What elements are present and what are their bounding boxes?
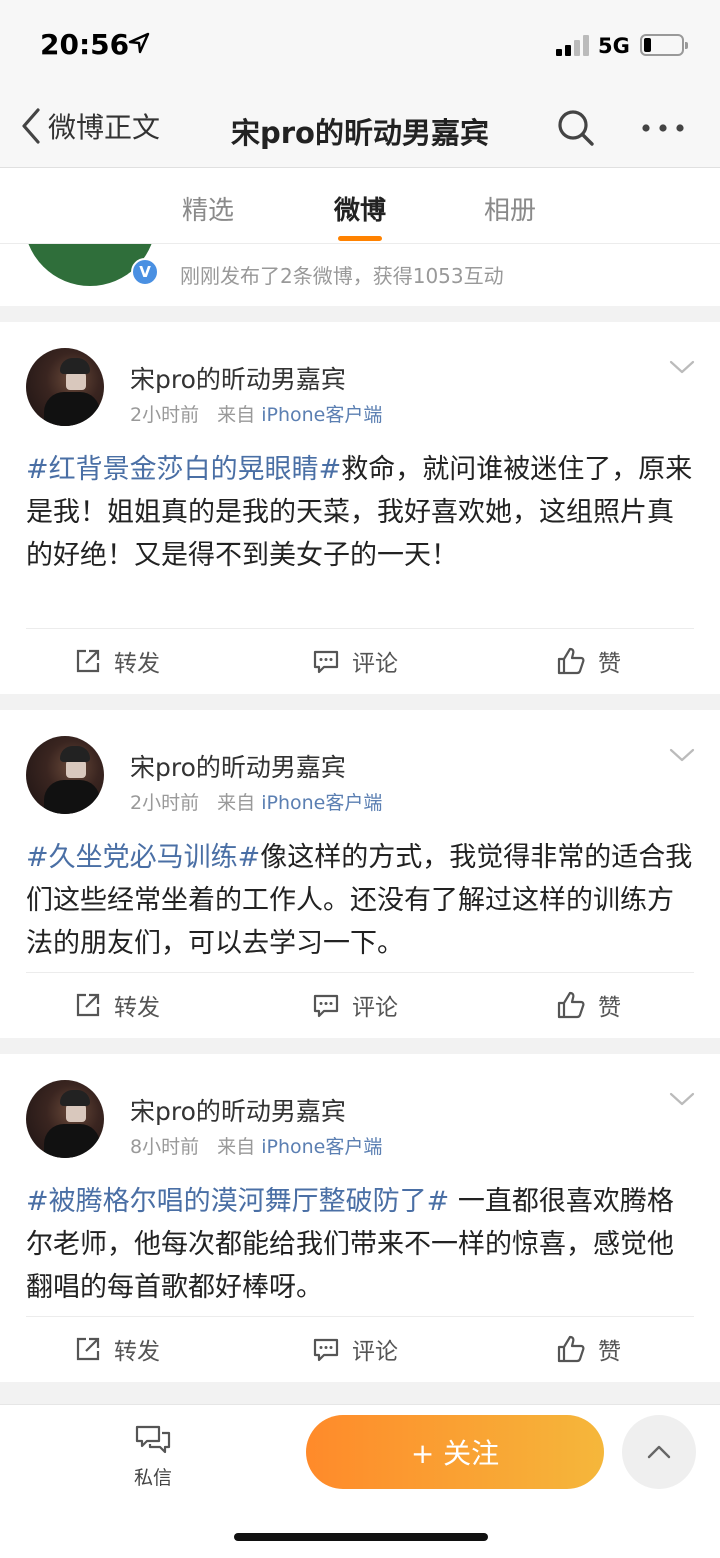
post-username[interactable]: 宋pro的昕动男嘉宾 bbox=[130, 1092, 346, 1128]
post-card: 宋pro的昕动男嘉宾 2小时前 来自 iPhone客户端 #久坐党必马训练#像这… bbox=[0, 710, 720, 1038]
profile-summary-strip: V 刚刚发布了2条微博，获得1053互动 bbox=[0, 244, 720, 306]
repost-button[interactable]: 转发 bbox=[74, 988, 160, 1022]
network-type: 5G bbox=[598, 34, 630, 58]
direct-message-button[interactable]: 私信 bbox=[128, 1423, 178, 1490]
post-from-label: 来自 bbox=[217, 792, 256, 814]
profile-activity-summary: 刚刚发布了2条微博，获得1053互动 bbox=[180, 264, 504, 288]
post-text: #被腾格尔唱的漠河舞厅整破防了# 一直都很喜欢腾格尔老师，他每次都能给我们带来不… bbox=[26, 1180, 696, 1309]
post-card: 宋pro的昕动男嘉宾 2小时前 来自 iPhone客户端 #红背景金莎白的晃眼睛… bbox=[0, 322, 720, 694]
message-icon bbox=[135, 1425, 171, 1454]
dm-label: 私信 bbox=[133, 1467, 172, 1489]
battery-icon bbox=[640, 34, 688, 56]
tab-album[interactable]: 相册 bbox=[484, 190, 536, 227]
comment-icon bbox=[313, 1338, 339, 1362]
post-meta: 8小时前 来自 iPhone客户端 bbox=[130, 1132, 382, 1159]
post-time: 2小时前 bbox=[130, 792, 200, 814]
post-meta: 2小时前 来自 iPhone客户端 bbox=[130, 400, 382, 427]
nav-bar: 微博正文 宋pro的昕动男嘉宾 bbox=[0, 92, 720, 168]
post-source[interactable]: iPhone客户端 bbox=[261, 792, 382, 814]
comment-label: 评论 bbox=[352, 995, 398, 1021]
tab-featured[interactable]: 精选 bbox=[182, 190, 234, 227]
chevron-up-icon bbox=[647, 1445, 671, 1459]
avatar[interactable] bbox=[26, 736, 104, 814]
post-time: 2小时前 bbox=[130, 404, 200, 426]
divider bbox=[26, 1316, 694, 1317]
location-arrow-icon bbox=[128, 32, 150, 58]
like-button[interactable]: 赞 bbox=[556, 644, 621, 678]
tab-weibo[interactable]: 微博 bbox=[334, 190, 386, 227]
avatar[interactable] bbox=[26, 348, 104, 426]
page-title: 宋pro的昕动男嘉宾 bbox=[231, 116, 489, 150]
repost-label: 转发 bbox=[114, 995, 160, 1021]
comment-icon bbox=[313, 650, 339, 674]
bottom-action-bar: 私信 + 关注 bbox=[0, 1404, 720, 1558]
scroll-to-top-button[interactable] bbox=[622, 1415, 696, 1489]
repost-icon bbox=[76, 993, 100, 1017]
post-time: 8小时前 bbox=[130, 1136, 200, 1158]
comment-button[interactable]: 评论 bbox=[312, 644, 398, 678]
comment-label: 评论 bbox=[352, 1339, 398, 1365]
post-from-label: 来自 bbox=[217, 404, 256, 426]
repost-button[interactable]: 转发 bbox=[74, 1332, 160, 1366]
repost-icon bbox=[76, 1337, 100, 1361]
status-bar: 20:56 5G bbox=[0, 0, 720, 92]
repost-label: 转发 bbox=[114, 1339, 160, 1365]
repost-label: 转发 bbox=[114, 651, 160, 677]
chevron-down-icon[interactable] bbox=[668, 746, 696, 768]
repost-button[interactable]: 转发 bbox=[74, 644, 160, 678]
active-tab-indicator bbox=[338, 236, 382, 241]
post-username[interactable]: 宋pro的昕动男嘉宾 bbox=[130, 360, 346, 396]
like-button[interactable]: 赞 bbox=[556, 988, 621, 1022]
chevron-down-icon[interactable] bbox=[668, 1090, 696, 1112]
comment-button[interactable]: 评论 bbox=[312, 988, 398, 1022]
comment-label: 评论 bbox=[352, 651, 398, 677]
post-hashtag[interactable]: #红背景金莎白的晃眼睛# bbox=[26, 454, 341, 485]
battery-level bbox=[644, 38, 651, 52]
post-hashtag[interactable]: #久坐党必马训练# bbox=[26, 842, 260, 873]
profile-tabs: 精选 微博 相册 bbox=[0, 168, 720, 244]
post-card: 宋pro的昕动男嘉宾 8小时前 来自 iPhone客户端 #被腾格尔唱的漠河舞厅… bbox=[0, 1054, 720, 1382]
comment-icon bbox=[313, 994, 339, 1018]
chevron-down-icon[interactable] bbox=[668, 358, 696, 380]
verified-badge-icon: V bbox=[131, 258, 159, 286]
cellular-signal-icon bbox=[556, 34, 592, 56]
post-from-label: 来自 bbox=[217, 1136, 256, 1158]
thumbs-up-icon bbox=[557, 991, 585, 1019]
post-text: #久坐党必马训练#像这样的方式，我觉得非常的适合我们这些经常坐着的工作人。还没有… bbox=[26, 836, 696, 965]
post-source[interactable]: iPhone客户端 bbox=[261, 1136, 382, 1158]
divider bbox=[26, 628, 694, 629]
like-button[interactable]: 赞 bbox=[556, 1332, 621, 1366]
thumbs-up-icon bbox=[557, 1335, 585, 1363]
thumbs-up-icon bbox=[557, 647, 585, 675]
search-icon[interactable] bbox=[556, 108, 596, 152]
follow-button[interactable]: + 关注 bbox=[306, 1415, 604, 1489]
status-time: 20:56 bbox=[40, 28, 130, 61]
like-label: 赞 bbox=[598, 1339, 621, 1365]
home-indicator bbox=[234, 1533, 488, 1541]
like-label: 赞 bbox=[598, 651, 621, 677]
divider bbox=[26, 972, 694, 973]
comment-button[interactable]: 评论 bbox=[312, 1332, 398, 1366]
post-source[interactable]: iPhone客户端 bbox=[261, 404, 382, 426]
post-meta: 2小时前 来自 iPhone客户端 bbox=[130, 788, 382, 815]
post-hashtag[interactable]: #被腾格尔唱的漠河舞厅整破防了# bbox=[26, 1186, 449, 1217]
avatar[interactable] bbox=[26, 1080, 104, 1158]
like-label: 赞 bbox=[598, 995, 621, 1021]
repost-icon bbox=[76, 649, 100, 673]
more-icon[interactable] bbox=[640, 110, 686, 150]
post-username[interactable]: 宋pro的昕动男嘉宾 bbox=[130, 748, 346, 784]
post-text: #红背景金莎白的晃眼睛#救命，就问谁被迷住了，原来是我！姐姐真的是我的天菜，我好… bbox=[26, 448, 696, 577]
